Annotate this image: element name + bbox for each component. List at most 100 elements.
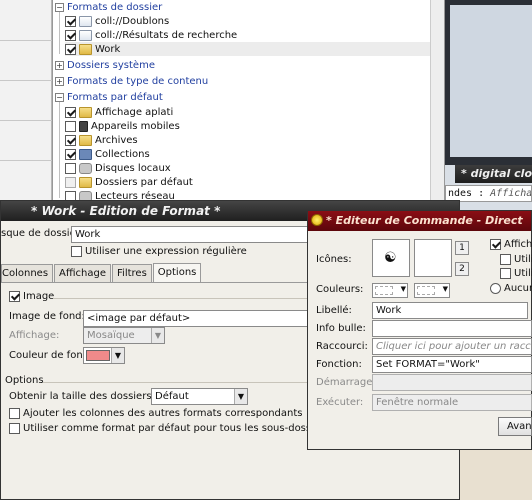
tree-item-selected[interactable]: Work — [65, 42, 430, 56]
format-tabs: Colonnes Affichage Filtres Options — [1, 263, 202, 283]
checkbox[interactable] — [65, 148, 76, 160]
collection-icon — [79, 15, 92, 27]
start-label: Démarrage: — [316, 377, 376, 388]
tooltip-input[interactable] — [372, 320, 532, 337]
tree-item[interactable]: Affichage aplati — [65, 105, 173, 119]
checkbox[interactable] — [65, 15, 76, 27]
bg-color-label: Couleur de fond: — [9, 350, 93, 361]
tab-options[interactable]: Options — [152, 263, 202, 282]
start-input[interactable] — [372, 374, 532, 391]
add-columns-checkbox[interactable] — [9, 408, 20, 419]
show-checkbox[interactable] — [490, 239, 501, 250]
checkbox[interactable] — [65, 106, 76, 118]
tree-group-content-types[interactable]: + Formats de type de contenu — [55, 74, 208, 88]
folder-icon — [79, 43, 92, 55]
folder-icon — [79, 176, 92, 188]
tree-item[interactable]: Archives — [65, 133, 138, 147]
tab-display[interactable]: Affichage — [54, 264, 112, 282]
display-select[interactable]: Mosaïque ▼ — [83, 327, 165, 344]
archive-icon — [79, 134, 92, 146]
tree-item[interactable]: coll://Résultats de recherche — [65, 28, 237, 42]
folder-size-select[interactable]: Défaut ▼ — [151, 388, 248, 405]
tab-filters[interactable]: Filtres — [112, 264, 152, 282]
expand-icon[interactable]: + — [55, 60, 64, 70]
regex-checkbox[interactable] — [71, 246, 82, 257]
icon-2-button[interactable]: 2 — [455, 262, 469, 276]
tree-line — [59, 98, 60, 198]
tree-item[interactable]: Collections — [65, 147, 150, 161]
image-section[interactable]: Image — [9, 291, 54, 302]
exec-select[interactable]: Fenêtre normale — [372, 394, 532, 411]
use-option-2[interactable]: Utilis — [500, 268, 532, 279]
bg-color-picker[interactable]: ▼ — [83, 347, 125, 364]
background-right-inner — [450, 5, 532, 157]
show-option[interactable]: Affiche — [490, 239, 532, 250]
tree-scrollbar[interactable] — [430, 0, 444, 200]
command-editor-window: * Editeur de Commande - Direct Icônes: ☯… — [307, 210, 532, 450]
mobile-device-icon — [79, 120, 88, 132]
icon-slot-1[interactable]: ☯ — [372, 239, 410, 277]
exec-label: Exécuter: — [316, 397, 364, 408]
tree-group-system-folders[interactable]: + Dossiers système — [55, 58, 155, 72]
label-input[interactable]: Work — [372, 302, 528, 319]
clock-title: * digital clock — [461, 167, 532, 180]
image-checkbox[interactable] — [9, 291, 20, 302]
collection-icon — [79, 148, 92, 160]
use-option-1[interactable]: Utilis — [500, 254, 532, 265]
chevron-down-icon: ▼ — [111, 348, 124, 363]
checkbox[interactable] — [65, 29, 76, 41]
checkbox[interactable] — [65, 176, 76, 188]
digital-clock-titlebar[interactable]: * digital clock — [455, 165, 532, 183]
yin-yang-icon: ☯ — [384, 250, 397, 266]
folder-icon — [79, 106, 92, 118]
advanced-button[interactable]: Avanc — [498, 417, 532, 436]
tree-group-default-formats[interactable]: − Formats par défaut — [55, 90, 163, 104]
checkbox[interactable] — [65, 190, 76, 200]
command-editor-titlebar[interactable]: * Editeur de Commande - Direct — [308, 211, 531, 231]
checkbox[interactable] — [65, 120, 76, 132]
bg-image-label: Image de fond: — [9, 311, 85, 322]
icon-1-button[interactable]: 1 — [455, 241, 469, 255]
chevron-down-icon: ▼ — [400, 285, 406, 293]
checkbox[interactable] — [65, 43, 76, 55]
function-label: Fonction: — [316, 359, 362, 370]
collection-icon — [79, 29, 92, 41]
colors-label: Couleurs: — [316, 284, 364, 295]
label-label: Libellé: — [316, 305, 352, 316]
function-input[interactable]: Set FORMAT="Work" — [372, 356, 532, 373]
tree-item[interactable]: Disques locaux — [65, 161, 171, 175]
none-option[interactable]: Aucun c — [490, 283, 532, 294]
use-checkbox-1[interactable] — [500, 254, 511, 265]
chevron-down-icon: ▼ — [234, 389, 247, 404]
checkbox[interactable] — [65, 162, 76, 174]
use-default-checkbox[interactable] — [9, 423, 20, 434]
checkbox[interactable] — [65, 134, 76, 146]
folder-formats-tree[interactable]: − Formats de dossier coll://Doublons col… — [52, 0, 445, 200]
collapse-icon[interactable]: − — [55, 2, 64, 12]
tree-line — [59, 8, 60, 54]
network-drive-icon — [79, 190, 92, 200]
tree-item[interactable]: coll://Doublons — [65, 14, 169, 28]
regex-option[interactable]: Utiliser une expression régulière — [71, 246, 247, 257]
expand-icon[interactable]: + — [55, 76, 64, 86]
tree-item[interactable]: Dossiers par défaut — [65, 175, 193, 189]
tree-item[interactable]: Appareils mobiles — [65, 119, 180, 133]
bg-color-picker[interactable]: ▼ — [414, 283, 450, 298]
collapse-icon[interactable]: − — [55, 92, 64, 102]
shortcut-input[interactable]: Cliquer ici pour ajouter un raccourci — [372, 338, 532, 355]
display-label: Affichage: — [9, 330, 60, 341]
tab-columns[interactable]: Colonnes — [1, 264, 54, 282]
use-checkbox-2[interactable] — [500, 268, 511, 279]
tree-item[interactable]: Lecteurs réseau — [65, 189, 175, 200]
icons-label: Icônes: — [316, 254, 352, 265]
none-radio[interactable] — [490, 283, 501, 294]
add-columns-option[interactable]: Ajouter les colonnes des autres formats … — [9, 408, 303, 419]
color-swatch — [86, 350, 110, 361]
format-editor-title: * Work - Edition de Format * — [31, 204, 221, 218]
tree-group-folder-formats[interactable]: − Formats de dossier — [55, 0, 162, 14]
chevron-down-icon: ▼ — [442, 285, 448, 293]
tooltip-label: Info bulle: — [316, 323, 366, 334]
options-section-label: Options — [5, 375, 44, 386]
text-color-picker[interactable]: ▼ — [372, 283, 408, 298]
icon-slot-2[interactable] — [414, 239, 452, 277]
